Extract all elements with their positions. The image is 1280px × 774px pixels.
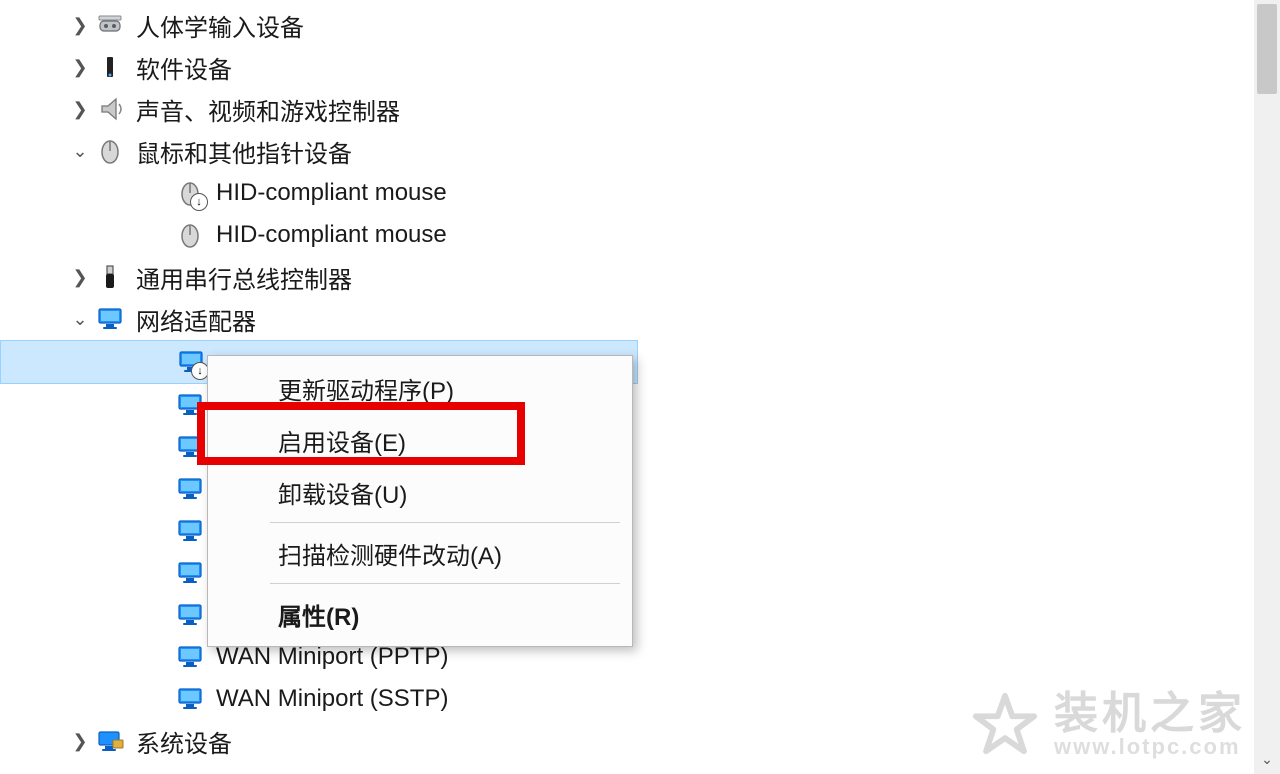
mouse-icon [94,135,126,167]
device-wan-miniport-sstp[interactable]: WAN Miniport (SSTP) [0,678,1280,720]
category-audio[interactable]: ❯ 声音、视频和游戏控制器 [0,88,1280,130]
device-hid-mouse-1[interactable]: HID-compliant mouse [0,214,1280,256]
network-adapter-icon [174,683,206,715]
device-hid-mouse-0[interactable]: ↓ HID-compliant mouse [0,172,1280,214]
expander-expanded-icon[interactable]: ⌄ [68,141,92,162]
device-network-adapter[interactable] [0,594,1280,636]
disabled-overlay-icon: ↓ [190,193,208,211]
context-menu: 更新驱动程序(P) 启用设备(E) 卸载设备(U) 扫描检测硬件改动(A) 属性… [207,355,633,647]
device-tree: ❯ 人体学输入设备 ❯ 软件设备 ❯ 声音、视频和游戏控制器 ⌄ 鼠标和其他指针… [0,0,1280,762]
category-label: 软件设备 [132,50,232,85]
vertical-scrollbar[interactable]: ⌄ [1254,0,1280,774]
menu-update-driver[interactable]: 更新驱动程序(P) [208,362,632,414]
scroll-down-icon[interactable]: ⌄ [1254,751,1280,768]
menu-scan-hardware[interactable]: 扫描检测硬件改动(A) [208,527,632,579]
device-label: WAN Miniport (PPTP) [212,643,448,671]
category-software-devices[interactable]: ❯ 软件设备 [0,46,1280,88]
category-mouse[interactable]: ⌄ 鼠标和其他指针设备 [0,130,1280,172]
category-system[interactable]: ❯ 系统设备 [0,720,1280,762]
menu-uninstall-device[interactable]: 卸载设备(U) [208,466,632,518]
device-label: HID-compliant mouse [212,221,447,249]
device-network-adapter[interactable] [0,510,1280,552]
hid-icon [94,9,126,41]
usb-icon [94,261,126,293]
system-icon [94,725,126,757]
software-device-icon [94,51,126,83]
category-label: 系统设备 [132,724,232,759]
mouse-icon: ↓ [174,177,206,209]
network-adapter-icon [174,431,206,463]
device-label: HID-compliant mouse [212,179,447,207]
category-usb[interactable]: ❯ 通用串行总线控制器 [0,256,1280,298]
menu-separator [270,522,620,523]
category-label: 网络适配器 [132,302,256,337]
device-network-adapter[interactable] [0,426,1280,468]
category-label: 通用串行总线控制器 [132,260,352,295]
category-hid[interactable]: ❯ 人体学输入设备 [0,4,1280,46]
device-wan-miniport-pptp[interactable]: WAN Miniport (PPTP) [0,636,1280,678]
category-network[interactable]: ⌄ 网络适配器 [0,298,1280,340]
network-adapter-icon: ↓ [175,346,207,378]
network-adapter-icon [174,389,206,421]
network-adapter-icon [174,599,206,631]
category-label: 声音、视频和游戏控制器 [132,92,400,127]
category-label: 鼠标和其他指针设备 [132,134,352,169]
device-label: WAN Miniport (SSTP) [212,685,448,713]
network-adapter-icon [174,641,206,673]
network-adapter-icon [174,557,206,589]
device-network-adapter[interactable] [0,552,1280,594]
expander-collapsed-icon[interactable]: ❯ [68,57,92,78]
scrollbar-thumb[interactable] [1257,4,1277,94]
category-label: 人体学输入设备 [132,8,304,43]
network-adapter-icon [174,515,206,547]
expander-collapsed-icon[interactable]: ❯ [68,99,92,120]
expander-collapsed-icon[interactable]: ❯ [68,731,92,752]
device-network-adapter[interactable] [0,384,1280,426]
network-icon [94,303,126,335]
menu-separator [270,583,620,584]
speaker-icon [94,93,126,125]
expander-collapsed-icon[interactable]: ❯ [68,15,92,36]
menu-enable-device[interactable]: 启用设备(E) [208,414,632,466]
expander-expanded-icon[interactable]: ⌄ [68,309,92,330]
expander-collapsed-icon[interactable]: ❯ [68,267,92,288]
mouse-icon [174,219,206,251]
menu-properties[interactable]: 属性(R) [208,588,632,640]
network-adapter-icon [174,473,206,505]
device-network-adapter[interactable] [0,468,1280,510]
